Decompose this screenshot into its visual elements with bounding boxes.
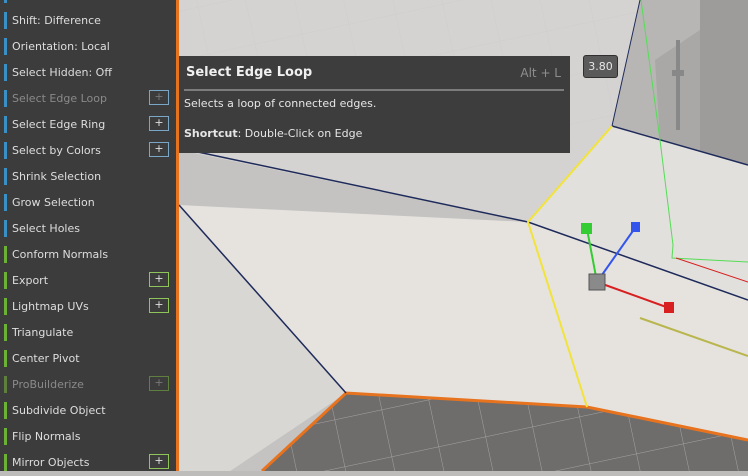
toolbar-item-label: Triangulate (12, 326, 74, 339)
z-axis-handle-icon[interactable] (631, 222, 640, 232)
toolbar-item[interactable]: Subdivide Object (0, 398, 176, 424)
toolbar-item[interactable]: Select by Colors + (0, 138, 176, 164)
category-color-bar (4, 64, 7, 81)
category-color-bar (4, 298, 7, 315)
toolbar-item-label: Grow Selection (12, 196, 95, 209)
toolbar-item[interactable]: Export + (0, 268, 176, 294)
toolbar-item-label: Lightmap UVs (12, 300, 89, 313)
tooltip-hotkey: Alt + L (520, 66, 561, 80)
toolbar-item[interactable]: Center Pivot (0, 346, 176, 372)
toolbar-item[interactable]: ProBuilderize + (0, 372, 176, 398)
toolbar-item-label: Shift: Difference (12, 14, 101, 27)
options-plus-icon[interactable]: + (149, 454, 169, 469)
category-color-bar (4, 38, 7, 55)
tooltip: Select Edge Loop Alt + L Selects a loop … (179, 56, 570, 153)
options-plus-icon[interactable]: + (149, 90, 169, 105)
toolbar-item-label: Select Edge Ring (12, 118, 106, 131)
tooltip-shortcut: Shortcut: Double-Click on Edge (184, 127, 362, 140)
toolbar-item-label: Next Intersect (12, 0, 90, 3)
toolbar-item-label: Shrink Selection (12, 170, 102, 183)
category-color-bar (4, 116, 7, 133)
toolbar-item-label: Flip Normals (12, 430, 81, 443)
category-color-bar (4, 454, 7, 471)
toolbar-item[interactable]: Flip Normals (0, 424, 176, 450)
tooltip-title: Select Edge Loop (186, 65, 313, 80)
toolbar-item-label: Subdivide Object (12, 404, 106, 417)
probuilder-toolbar: Next Intersect Shift: Difference Orientati… (0, 0, 176, 471)
toolbar-item[interactable]: Orientation: Local (0, 34, 176, 60)
y-axis-handle-icon[interactable] (581, 223, 592, 234)
category-color-bar (4, 168, 7, 185)
category-color-bar (4, 428, 7, 445)
toolbar-item-label: Select Holes (12, 222, 80, 235)
x-axis-handle-icon[interactable] (664, 302, 674, 313)
category-color-bar (4, 272, 7, 289)
shortcut-value: : Double-Click on Edge (237, 127, 363, 140)
shortcut-label: Shortcut (184, 127, 238, 140)
toolbar-item[interactable]: Shift: Difference (0, 8, 176, 34)
toolbar-item[interactable]: Next Intersect (0, 0, 176, 8)
options-plus-icon[interactable]: + (149, 298, 169, 313)
category-color-bar (4, 12, 7, 29)
toolbar-item-label: Select by Colors (12, 144, 101, 157)
category-color-bar (4, 376, 7, 393)
toolbar-item-label: Orientation: Local (12, 40, 110, 53)
category-color-bar (4, 246, 7, 263)
toolbar-item[interactable]: Triangulate (0, 320, 176, 346)
toolbar-item[interactable]: Select Edge Ring + (0, 112, 176, 138)
toolbar-item-label: Select Edge Loop (12, 92, 107, 105)
toolbar-item-label: Select Hidden: Off (12, 66, 112, 79)
options-plus-icon[interactable]: + (149, 142, 169, 157)
toolbar-item-label: Conform Normals (12, 248, 109, 261)
center-handle-icon[interactable] (588, 273, 606, 291)
options-plus-icon[interactable]: + (149, 272, 169, 287)
value-badge: 3.80 (583, 55, 618, 78)
category-color-bar (4, 142, 7, 159)
tooltip-description: Selects a loop of connected edges. (184, 97, 377, 110)
toolbar-item[interactable]: Select Edge Loop + (0, 86, 176, 112)
category-color-bar (4, 324, 7, 341)
category-color-bar (4, 0, 7, 3)
options-plus-icon[interactable]: + (149, 376, 169, 391)
toolbar-item-label: ProBuilderize (12, 378, 84, 391)
toolbar-item-label: Mirror Objects (12, 456, 90, 469)
toolbar-item[interactable]: Mirror Objects + (0, 450, 176, 476)
toolbar-item-label: Center Pivot (12, 352, 80, 365)
options-plus-icon[interactable]: + (149, 116, 169, 131)
category-color-bar (4, 350, 7, 367)
toolbar-item[interactable]: Select Hidden: Off (0, 60, 176, 86)
tooltip-divider (184, 89, 564, 91)
category-color-bar (4, 90, 7, 107)
toolbar-item[interactable]: Select Holes (0, 216, 176, 242)
category-color-bar (4, 402, 7, 419)
toolbar-item[interactable]: Lightmap UVs + (0, 294, 176, 320)
category-color-bar (4, 194, 7, 211)
category-color-bar (4, 220, 7, 237)
toolbar-item[interactable]: Grow Selection (0, 190, 176, 216)
toolbar-item[interactable]: Shrink Selection (0, 164, 176, 190)
toolbar-item-label: Export (12, 274, 49, 287)
toolbar-item[interactable]: Conform Normals (0, 242, 176, 268)
